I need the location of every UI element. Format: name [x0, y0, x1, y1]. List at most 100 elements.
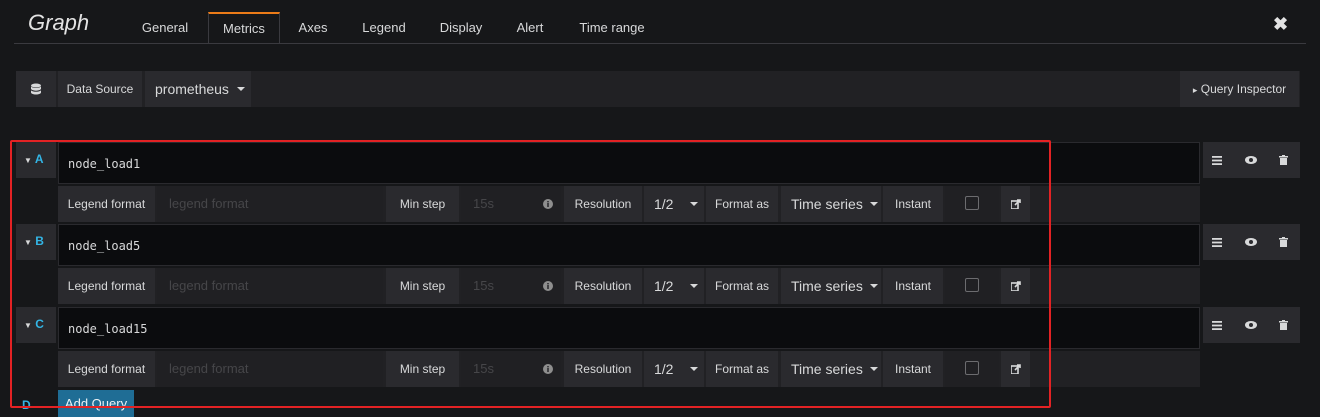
datasource-select[interactable]: prometheus — [145, 71, 251, 107]
instant-checkbox[interactable] — [965, 278, 979, 292]
tab-axes[interactable]: Axes — [290, 12, 336, 44]
header-divider — [14, 43, 1306, 44]
query-options-row: Legend format legend format Min step 15s… — [58, 186, 1200, 222]
min-step-input[interactable]: 15s — [461, 351, 561, 387]
query-actions — [1203, 224, 1300, 260]
format-as-value: Time series — [791, 278, 863, 294]
query-options-row: Legend format legend format Min step 15s… — [58, 351, 1200, 387]
resolution-value: 1/2 — [654, 278, 674, 294]
caret-down-icon — [870, 367, 878, 371]
query-ref-letter: C — [35, 317, 44, 331]
caret-down-icon — [690, 284, 698, 288]
query-options-row: Legend format legend format Min step 15s… — [58, 268, 1200, 304]
resolution-select[interactable]: 1/2 — [644, 351, 704, 387]
query-ref-letter: A — [34, 152, 44, 166]
format-as-select[interactable]: Time series — [781, 268, 881, 304]
instant-checkbox-cell — [945, 186, 999, 222]
format-as-label: Format as — [706, 351, 778, 387]
panel-editor-header: Graph General Metrics Axes Legend Displa… — [0, 0, 1320, 44]
bars-icon[interactable] — [1203, 307, 1231, 343]
eye-icon[interactable] — [1237, 142, 1265, 178]
resolution-value: 1/2 — [654, 361, 674, 377]
caret-down-icon — [237, 87, 245, 91]
info-circle-icon — [543, 281, 553, 291]
external-link-icon[interactable] — [1001, 186, 1030, 222]
query-expression-input[interactable]: node_load15 — [58, 307, 1200, 349]
legend-format-input[interactable]: legend format — [157, 186, 383, 222]
instant-label: Instant — [883, 268, 943, 304]
query-ref-letter: B — [35, 234, 44, 248]
resolution-label: Resolution — [564, 351, 642, 387]
resolution-select[interactable]: 1/2 — [644, 268, 704, 304]
min-step-label: Min step — [386, 268, 459, 304]
min-step-label: Min step — [386, 186, 459, 222]
trash-icon[interactable] — [1269, 307, 1297, 343]
format-as-value: Time series — [791, 196, 863, 212]
eye-icon[interactable] — [1237, 307, 1265, 343]
format-as-label: Format as — [706, 186, 778, 222]
external-link-icon[interactable] — [1001, 351, 1030, 387]
tab-legend[interactable]: Legend — [351, 12, 417, 44]
add-query-button[interactable]: Add Query — [58, 390, 134, 417]
min-step-placeholder: 15s — [473, 278, 494, 293]
instant-checkbox-cell — [945, 268, 999, 304]
trash-icon[interactable] — [1269, 142, 1297, 178]
min-step-placeholder: 15s — [473, 196, 494, 211]
min-step-input[interactable]: 15s — [461, 186, 561, 222]
format-as-select[interactable]: Time series — [781, 186, 881, 222]
external-link-icon[interactable] — [1001, 268, 1030, 304]
tab-time-range[interactable]: Time range — [570, 12, 654, 44]
caret-right-icon: ▸ — [1192, 85, 1198, 95]
caret-down-icon — [870, 202, 878, 206]
min-step-input[interactable]: 15s — [461, 268, 561, 304]
legend-format-input[interactable]: legend format — [157, 351, 383, 387]
caret-down-icon: ▼ — [24, 321, 32, 330]
query-expression-input[interactable]: node_load1 — [58, 142, 1200, 184]
caret-down-icon — [870, 284, 878, 288]
datasource-value: prometheus — [155, 81, 229, 97]
format-as-label: Format as — [706, 268, 778, 304]
query-c-toggle[interactable]: ▼ C — [16, 307, 56, 343]
trash-icon[interactable] — [1269, 224, 1297, 260]
resolution-select[interactable]: 1/2 — [644, 186, 704, 222]
tab-general[interactable]: General — [131, 12, 199, 44]
format-as-value: Time series — [791, 361, 863, 377]
resolution-value: 1/2 — [654, 196, 674, 212]
eye-icon[interactable] — [1237, 224, 1265, 260]
panel-title: Graph — [28, 10, 90, 35]
instant-label: Instant — [883, 351, 943, 387]
format-as-select[interactable]: Time series — [781, 351, 881, 387]
close-icon[interactable]: ✖ — [1273, 14, 1288, 35]
bars-icon[interactable] — [1203, 224, 1231, 260]
query-expression-input[interactable]: node_load5 — [58, 224, 1200, 266]
min-step-placeholder: 15s — [473, 361, 494, 376]
query-d-ref: D — [22, 398, 31, 412]
query-b-toggle[interactable]: ▼ B — [16, 224, 56, 260]
query-a-toggle[interactable]: ▼ A — [16, 142, 56, 178]
caret-down-icon: ▼ — [24, 156, 32, 165]
bars-icon[interactable] — [1203, 142, 1231, 178]
query-inspector-button[interactable]: ▸ Query Inspector — [1180, 71, 1299, 107]
legend-format-label: Legend format — [58, 186, 155, 222]
info-circle-icon — [543, 364, 553, 374]
query-actions — [1203, 307, 1300, 343]
legend-format-label: Legend format — [58, 351, 155, 387]
info-circle-icon — [543, 199, 553, 209]
datasource-label: Data Source — [58, 71, 142, 107]
query-actions — [1203, 142, 1300, 178]
instant-checkbox[interactable] — [965, 196, 979, 210]
legend-format-input[interactable]: legend format — [157, 268, 383, 304]
caret-down-icon: ▼ — [24, 238, 32, 247]
tab-display[interactable]: Display — [428, 12, 494, 44]
resolution-label: Resolution — [564, 268, 642, 304]
caret-down-icon — [690, 367, 698, 371]
legend-format-label: Legend format — [58, 268, 155, 304]
database-icon — [16, 71, 56, 107]
tab-metrics[interactable]: Metrics — [208, 12, 280, 44]
tab-alert[interactable]: Alert — [505, 12, 555, 44]
instant-checkbox-cell — [945, 351, 999, 387]
resolution-label: Resolution — [564, 186, 642, 222]
query-inspector-label: Query Inspector — [1200, 82, 1287, 96]
instant-label: Instant — [883, 186, 943, 222]
instant-checkbox[interactable] — [965, 361, 979, 375]
